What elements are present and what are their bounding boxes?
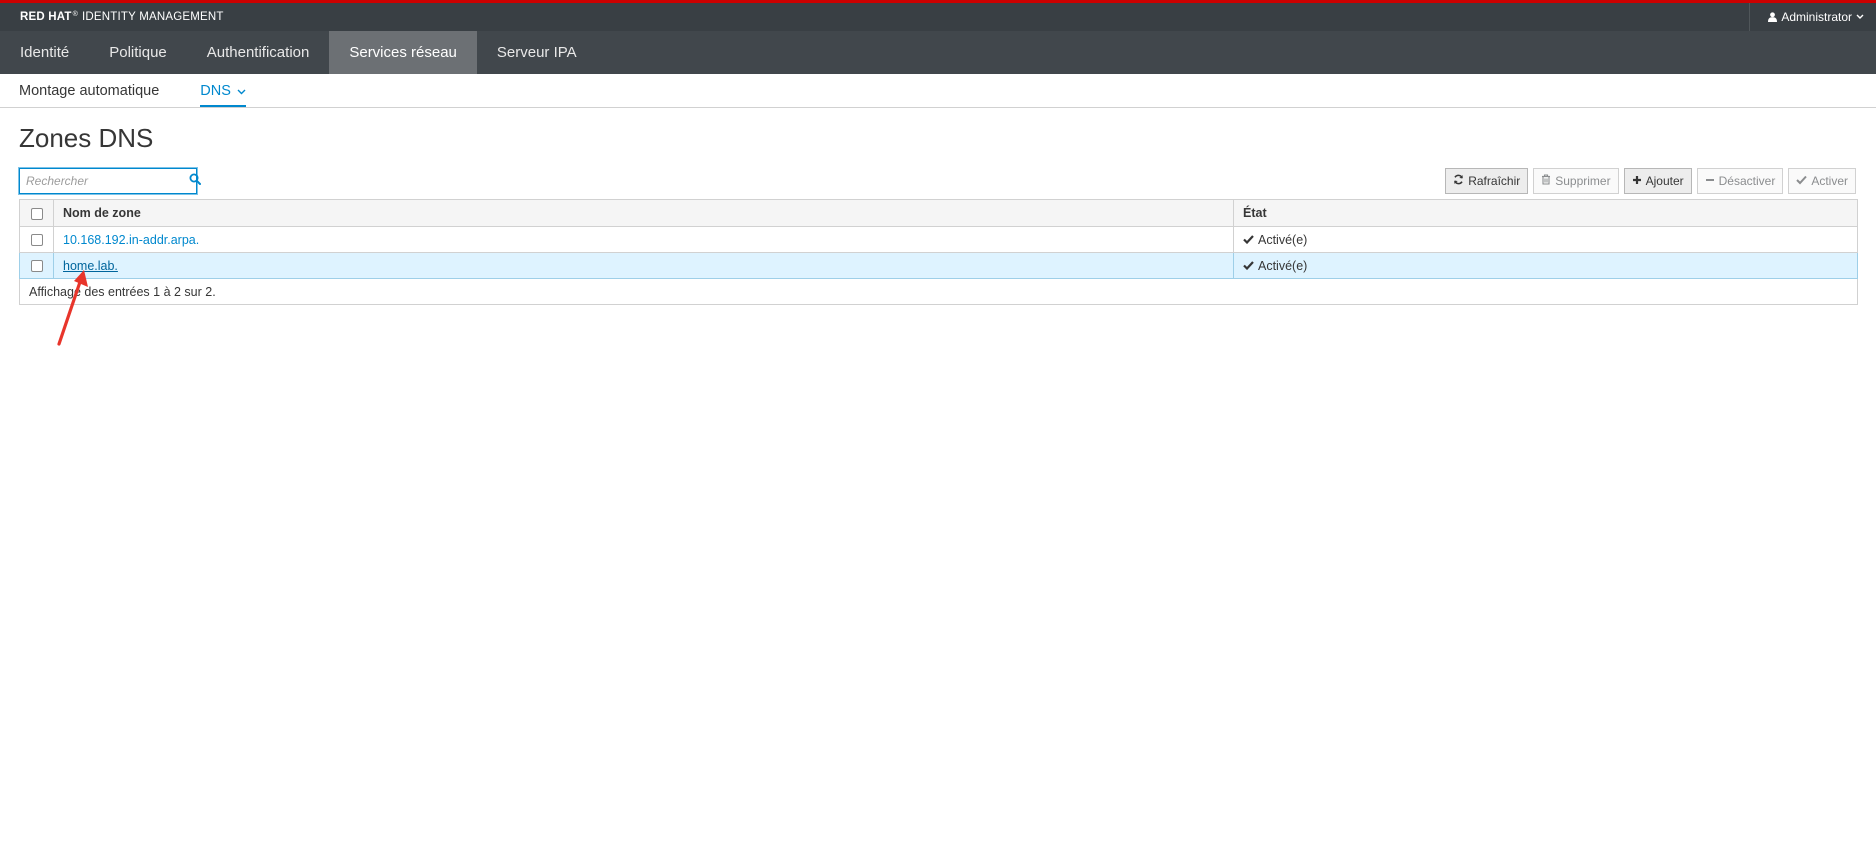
disable-button[interactable]: Désactiver [1696, 168, 1784, 194]
column-header-state[interactable]: État [1233, 199, 1858, 227]
table-footer-row: Affichage des entrées 1 à 2 sur 2. [19, 278, 1858, 305]
zone-name-cell: home.lab. [53, 252, 1234, 279]
state-value: Activé(e) [1243, 233, 1307, 247]
enable-button[interactable]: Activer [1788, 168, 1856, 194]
user-name: Administrator [1781, 10, 1852, 24]
refresh-button[interactable]: Rafraîchir [1445, 168, 1529, 194]
table-row: home.lab. Activé(e) [19, 252, 1858, 279]
state-cell: Activé(e) [1233, 226, 1858, 253]
row-checkbox[interactable] [30, 234, 43, 247]
chevron-down-icon [231, 83, 246, 99]
check-icon [1243, 259, 1254, 273]
delete-button[interactable]: Supprimer [1533, 168, 1619, 194]
table-row: 10.168.192.in-addr.arpa. Activé(e) [19, 226, 1858, 253]
page-title: Zones DNS [19, 123, 154, 153]
state-label: Activé(e) [1258, 258, 1308, 273]
dns-zones-table: Nom de zone État 10.168.192.in-addr.arpa… [19, 199, 1858, 305]
state-label: Activé(e) [1258, 232, 1308, 247]
brand-light: IDENTITY MANAGEMENT [82, 11, 224, 23]
search-input[interactable] [20, 170, 189, 192]
sub-nav: Montage automatique DNS [0, 74, 1876, 108]
add-label: Ajouter [1645, 174, 1684, 188]
search-icon [189, 172, 201, 190]
check-icon [1243, 233, 1254, 247]
search-button[interactable] [189, 169, 201, 193]
disable-label: Désactiver [1718, 174, 1776, 188]
main-nav: Identité Politique Authentification Serv… [0, 31, 1876, 74]
tab-label: DNS [200, 82, 231, 99]
user-menu[interactable]: Administrator [1749, 3, 1876, 31]
tab-dns[interactable]: DNS [200, 74, 246, 107]
search-box [19, 168, 201, 194]
zone-name-cell: 10.168.192.in-addr.arpa. [53, 226, 1234, 253]
row-checkbox-cell [19, 252, 54, 279]
user-icon [1768, 12, 1778, 22]
table-header-row: Nom de zone État [19, 199, 1858, 227]
action-toolbar: Rafraîchir Supprimer Ajouter Désactiver … [1445, 168, 1856, 194]
check-icon [1796, 174, 1808, 188]
add-button[interactable]: Ajouter [1623, 168, 1692, 194]
delete-label: Supprimer [1555, 174, 1611, 188]
brand-logo: RED HAT ® IDENTITY MANAGEMENT [20, 10, 224, 24]
pagination-info: Affichage des entrées 1 à 2 sur 2. [19, 278, 1858, 305]
nav-item-authentification[interactable]: Authentification [187, 31, 330, 74]
zone-link[interactable]: 10.168.192.in-addr.arpa. [63, 233, 199, 247]
row-checkbox-cell [19, 226, 54, 253]
top-header: RED HAT ® IDENTITY MANAGEMENT Administrat… [0, 0, 1876, 31]
refresh-label: Rafraîchir [1468, 174, 1521, 188]
minus-icon [1705, 174, 1715, 188]
plus-icon [1632, 174, 1642, 188]
state-value: Activé(e) [1243, 259, 1307, 273]
nav-item-services-reseau[interactable]: Services réseau [329, 31, 477, 74]
tab-montage-automatique[interactable]: Montage automatique [19, 74, 159, 107]
trash-icon [1541, 174, 1551, 188]
refresh-icon [1453, 174, 1464, 188]
column-header-zone-name[interactable]: Nom de zone [53, 199, 1234, 227]
chevron-down-icon [1856, 14, 1864, 20]
nav-item-identite[interactable]: Identité [0, 31, 89, 74]
nav-item-politique[interactable]: Politique [89, 31, 187, 74]
state-cell: Activé(e) [1233, 252, 1858, 279]
enable-label: Activer [1811, 174, 1848, 188]
tab-label: Montage automatique [19, 82, 160, 99]
zone-link[interactable]: home.lab. [63, 259, 118, 273]
select-all-checkbox[interactable] [30, 207, 43, 220]
brand-bold: RED HAT [20, 11, 72, 23]
nav-item-serveur-ipa[interactable]: Serveur IPA [477, 31, 597, 74]
row-checkbox[interactable] [30, 260, 43, 273]
select-all-cell [19, 199, 54, 227]
